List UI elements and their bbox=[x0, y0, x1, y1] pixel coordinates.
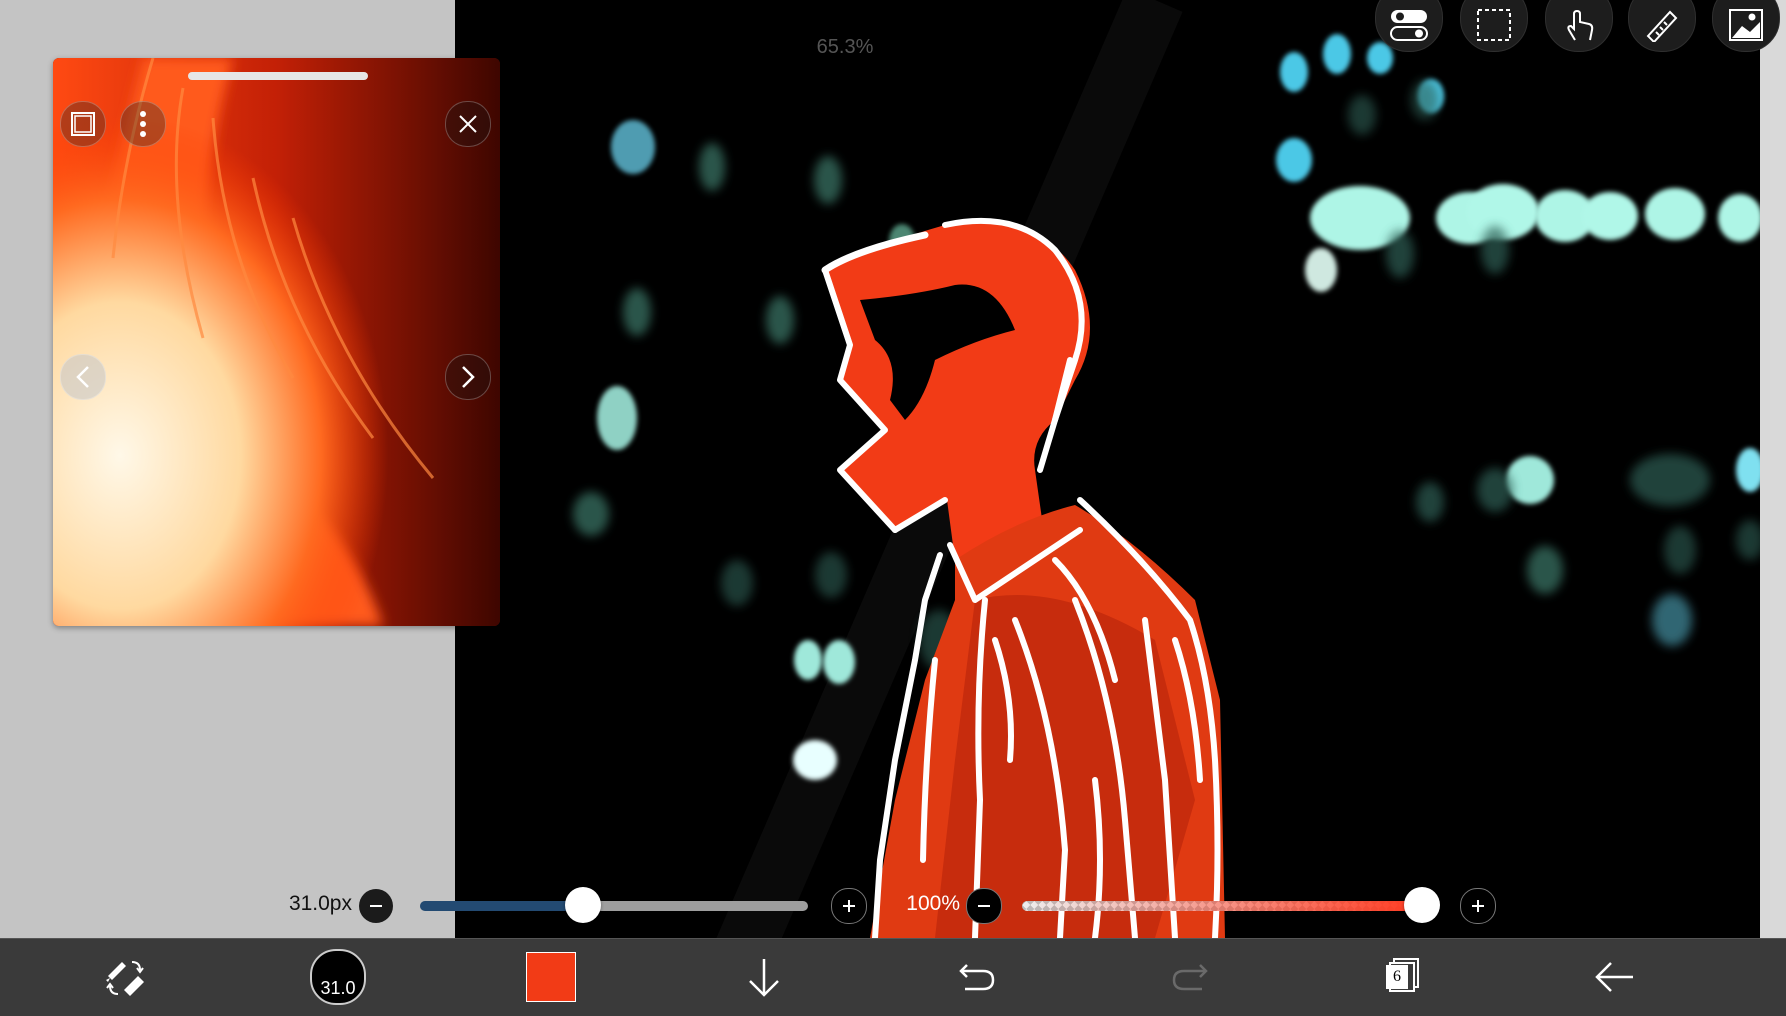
brush-size-slider-thumb[interactable] bbox=[564, 887, 601, 923]
brush-size-icon: 31.0 bbox=[310, 948, 366, 1005]
chevron-left-icon bbox=[76, 366, 89, 388]
brush-size-decrease-button[interactable] bbox=[359, 889, 393, 923]
square-icon bbox=[71, 112, 95, 136]
opacity-label: 100% bbox=[906, 892, 960, 915]
color-button[interactable] bbox=[511, 938, 591, 1015]
brush-size-slider-fill bbox=[420, 901, 583, 911]
minus-icon bbox=[978, 905, 990, 907]
opacity-slider-fill bbox=[1022, 901, 1422, 911]
opacity-slider-thumb[interactable] bbox=[1404, 887, 1440, 923]
right-edge-panel bbox=[1760, 0, 1786, 938]
color-swatch bbox=[526, 951, 576, 1002]
toggle-settings-icon bbox=[1390, 10, 1428, 41]
minus-icon bbox=[370, 905, 382, 907]
opacity-slider[interactable] bbox=[1022, 901, 1422, 911]
brush-size-badge: 31.0 bbox=[320, 977, 356, 998]
reference-next-button[interactable] bbox=[445, 354, 491, 400]
undo-button[interactable] bbox=[937, 938, 1017, 1015]
zoom-level-label: 65.3% bbox=[816, 36, 874, 58]
brush-eraser-swap-icon bbox=[106, 960, 144, 996]
plus-icon bbox=[843, 900, 855, 912]
reference-prev-button[interactable] bbox=[60, 354, 106, 400]
more-icon bbox=[140, 111, 146, 137]
download-icon bbox=[749, 958, 779, 997]
undo-icon bbox=[959, 963, 995, 990]
back-arrow-icon bbox=[1595, 961, 1633, 992]
redo-icon bbox=[1172, 963, 1208, 990]
layers-icon: 6 bbox=[1380, 955, 1424, 999]
artwork bbox=[455, 0, 1760, 938]
brush-eraser-swap-button[interactable] bbox=[85, 938, 165, 1015]
reference-close-button[interactable] bbox=[445, 101, 491, 147]
redo-button[interactable] bbox=[1150, 938, 1230, 1015]
brush-size-label: 31.0px bbox=[288, 892, 352, 915]
layers-button[interactable]: 6 bbox=[1362, 938, 1442, 1015]
chevron-right-icon bbox=[462, 366, 475, 388]
reference-image-panel[interactable] bbox=[53, 58, 500, 626]
panel-drag-handle[interactable] bbox=[188, 72, 368, 80]
opacity-increase-button[interactable] bbox=[1460, 888, 1496, 924]
back-button[interactable] bbox=[1575, 938, 1655, 1015]
image-import-icon bbox=[1729, 9, 1763, 41]
reference-frame-button[interactable] bbox=[60, 101, 106, 147]
brush-size-button[interactable]: 31.0 bbox=[298, 938, 378, 1015]
drawing-canvas[interactable] bbox=[455, 0, 1760, 938]
brush-size-increase-button[interactable] bbox=[831, 888, 867, 924]
reference-more-button[interactable] bbox=[120, 101, 166, 147]
reference-image bbox=[53, 58, 500, 626]
plus-icon bbox=[1472, 900, 1484, 912]
close-icon bbox=[459, 115, 477, 133]
brush-size-slider[interactable] bbox=[420, 901, 808, 911]
hand-tool-icon bbox=[1567, 9, 1594, 41]
layer-count: 6 bbox=[1386, 964, 1408, 989]
download-button[interactable] bbox=[724, 938, 804, 1015]
selection-icon bbox=[1477, 9, 1511, 41]
ruler-icon bbox=[1646, 10, 1678, 42]
bottom-toolbar bbox=[0, 938, 1786, 1016]
opacity-decrease-button[interactable] bbox=[966, 888, 1002, 924]
